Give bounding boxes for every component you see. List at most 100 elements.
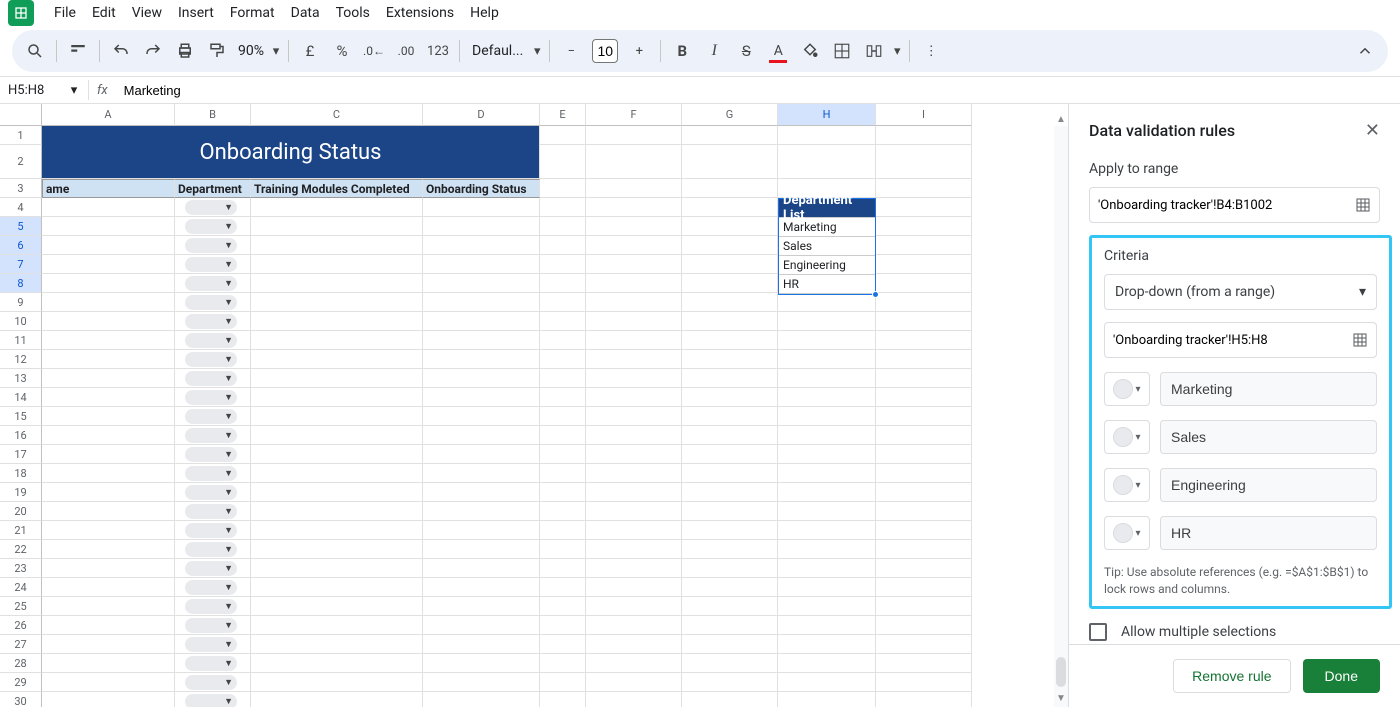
cell-G22[interactable]	[682, 540, 778, 559]
cell-A13[interactable]	[42, 369, 175, 388]
cell-I16[interactable]	[876, 426, 972, 445]
cell-F16[interactable]	[586, 426, 682, 445]
cell-G1[interactable]	[682, 126, 778, 145]
row-header-14[interactable]: 14	[0, 388, 42, 407]
column-header-E[interactable]: E	[540, 104, 586, 126]
cell-H1[interactable]	[778, 126, 876, 145]
cell-F20[interactable]	[586, 502, 682, 521]
cell-A22[interactable]	[42, 540, 175, 559]
cell-H29[interactable]	[778, 673, 876, 692]
option-color-chip[interactable]: ▾	[1104, 372, 1150, 406]
cell-D22[interactable]	[423, 540, 540, 559]
cell-F3[interactable]	[586, 179, 682, 198]
department-list-item[interactable]: Sales	[779, 237, 875, 256]
cell-E14[interactable]	[540, 388, 586, 407]
currency-icon[interactable]: £	[295, 36, 325, 66]
source-range-input-row[interactable]	[1104, 322, 1377, 358]
row-header-7[interactable]: 7	[0, 255, 42, 274]
cell-F21[interactable]	[586, 521, 682, 540]
cell-E17[interactable]	[540, 445, 586, 464]
cell-G15[interactable]	[682, 407, 778, 426]
allow-multiple-checkbox[interactable]	[1089, 623, 1107, 641]
cell-I24[interactable]	[876, 578, 972, 597]
done-button[interactable]: Done	[1303, 659, 1380, 693]
cell-I19[interactable]	[876, 483, 972, 502]
cell-D24[interactable]	[423, 578, 540, 597]
cell-A17[interactable]	[42, 445, 175, 464]
cell-I1[interactable]	[876, 126, 972, 145]
department-list-item[interactable]: Engineering	[779, 256, 875, 275]
strikethrough-button[interactable]: S	[731, 36, 761, 66]
option-value-input[interactable]	[1160, 468, 1377, 502]
cell-D8[interactable]	[423, 274, 540, 293]
select-source-range-icon[interactable]	[1352, 332, 1368, 348]
cell-F18[interactable]	[586, 464, 682, 483]
cell-I22[interactable]	[876, 540, 972, 559]
cell-I10[interactable]	[876, 312, 972, 331]
option-color-chip[interactable]: ▾	[1104, 516, 1150, 550]
cell-H14[interactable]	[778, 388, 876, 407]
column-header-F[interactable]: F	[586, 104, 682, 126]
font-dropdown-icon[interactable]: ▾	[531, 36, 543, 66]
row-header-19[interactable]: 19	[0, 483, 42, 502]
cell-H9[interactable]	[778, 293, 876, 312]
row-header-20[interactable]: 20	[0, 502, 42, 521]
dropdown-chip-b27[interactable]: ▼	[185, 637, 237, 652]
more-formats-icon[interactable]: 123	[423, 36, 453, 66]
cell-H30[interactable]	[778, 692, 876, 707]
cell-A16[interactable]	[42, 426, 175, 445]
cell-E21[interactable]	[540, 521, 586, 540]
dropdown-chip-b4[interactable]: ▼	[185, 200, 237, 215]
dropdown-chip-b26[interactable]: ▼	[185, 618, 237, 633]
cell-H23[interactable]	[778, 559, 876, 578]
column-header-B[interactable]: B	[175, 104, 251, 126]
text-color-button[interactable]: A	[763, 36, 793, 66]
cell-A28[interactable]	[42, 654, 175, 673]
cell-E20[interactable]	[540, 502, 586, 521]
cell-I8[interactable]	[876, 274, 972, 293]
cell-I28[interactable]	[876, 654, 972, 673]
cell-F17[interactable]	[586, 445, 682, 464]
dropdown-chip-b13[interactable]: ▼	[185, 371, 237, 386]
cell-H10[interactable]	[778, 312, 876, 331]
cell-C6[interactable]	[251, 236, 423, 255]
cell-F26[interactable]	[586, 616, 682, 635]
cell-G8[interactable]	[682, 274, 778, 293]
cell-D21[interactable]	[423, 521, 540, 540]
cell-F2[interactable]	[586, 145, 682, 179]
cell-H12[interactable]	[778, 350, 876, 369]
cell-F10[interactable]	[586, 312, 682, 331]
cell-F28[interactable]	[586, 654, 682, 673]
cell-G4[interactable]	[682, 198, 778, 217]
cell-D28[interactable]	[423, 654, 540, 673]
zoom-level[interactable]: 90%	[234, 43, 268, 59]
dropdown-chip-b9[interactable]: ▼	[185, 295, 237, 310]
cell-H27[interactable]	[778, 635, 876, 654]
select-range-icon[interactable]	[1355, 197, 1371, 213]
row-header-6[interactable]: 6	[0, 236, 42, 255]
cell-F12[interactable]	[586, 350, 682, 369]
row-header-17[interactable]: 17	[0, 445, 42, 464]
select-all-corner[interactable]	[0, 104, 42, 126]
cell-A21[interactable]	[42, 521, 175, 540]
dropdown-chip-b18[interactable]: ▼	[185, 466, 237, 481]
cell-F24[interactable]	[586, 578, 682, 597]
cell-C7[interactable]	[251, 255, 423, 274]
cell-D16[interactable]	[423, 426, 540, 445]
cell-F25[interactable]	[586, 597, 682, 616]
row-header-21[interactable]: 21	[0, 521, 42, 540]
menu-insert[interactable]: Insert	[170, 1, 222, 25]
cell-E3[interactable]	[540, 179, 586, 198]
cell-D18[interactable]	[423, 464, 540, 483]
table-header-2[interactable]: Training Modules Completed	[251, 179, 423, 198]
menu-tools[interactable]: Tools	[328, 1, 378, 25]
cell-E16[interactable]	[540, 426, 586, 445]
formula-input[interactable]	[116, 83, 1400, 98]
cell-I2[interactable]	[876, 145, 972, 179]
cell-F11[interactable]	[586, 331, 682, 350]
cell-I14[interactable]	[876, 388, 972, 407]
menu-help[interactable]: Help	[462, 1, 507, 25]
cell-A4[interactable]	[42, 198, 175, 217]
dropdown-chip-b16[interactable]: ▼	[185, 428, 237, 443]
cell-G11[interactable]	[682, 331, 778, 350]
